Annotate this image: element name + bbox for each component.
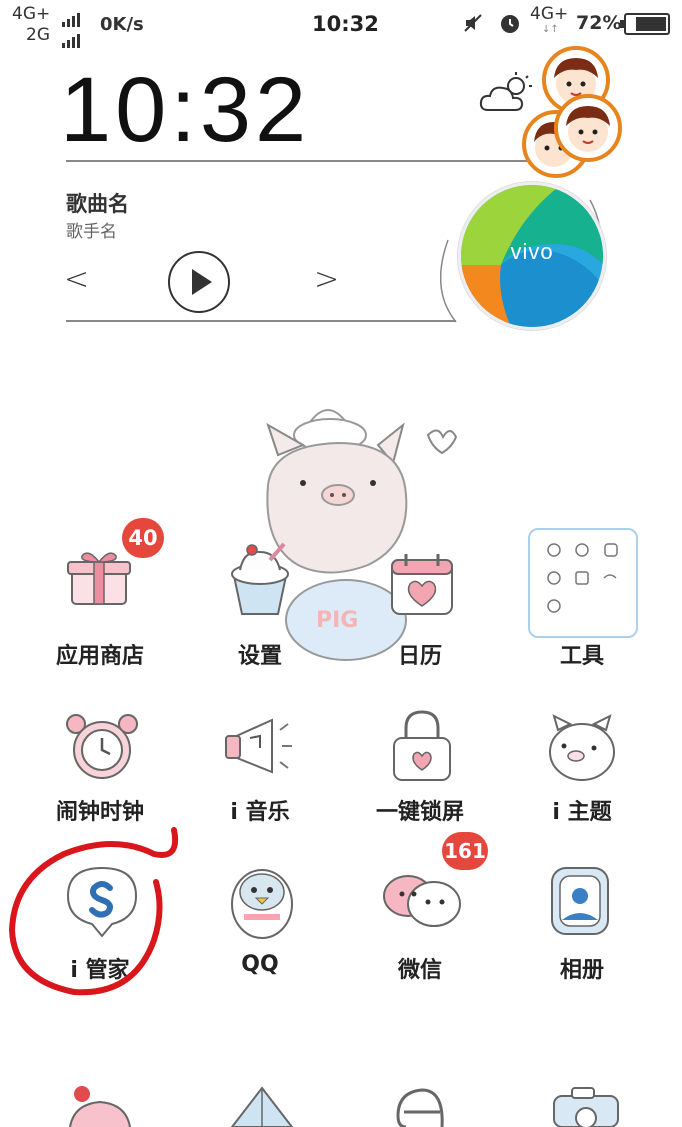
calendar-label: 日历: [397, 644, 442, 669]
chat-bubbles-icon: [383, 875, 461, 927]
padlock-icon: [393, 710, 451, 781]
music-label: i 音乐: [230, 800, 290, 825]
tools-folder-icon: [547, 543, 618, 613]
photo-frame-icon: [551, 867, 609, 935]
battery-icon: [620, 13, 670, 35]
wechat-app[interactable]: [378, 862, 468, 942]
lock-screen-app[interactable]: [382, 706, 462, 786]
pig-cup-text: PIG: [316, 608, 358, 633]
browser-app-icon[interactable]: [382, 1086, 462, 1127]
ice-cream-icon: [231, 542, 289, 615]
megaphone-icon: [225, 718, 292, 774]
music-divider: [66, 320, 456, 322]
calendar-app[interactable]: [382, 550, 462, 620]
alarm-icon: [501, 15, 519, 33]
red-annotation-circle: [8, 827, 178, 996]
wechat-label: 微信: [397, 958, 442, 983]
phone-app-icon[interactable]: [60, 1082, 140, 1127]
penguin-icon: [231, 869, 293, 939]
pig-wallpaper-decoration: PIG: [266, 409, 458, 661]
theme-label: i 主题: [552, 800, 612, 825]
settings-label: 设置: [237, 644, 282, 669]
play-button[interactable]: [168, 251, 230, 313]
settings-app[interactable]: [220, 540, 300, 620]
app-store-label: 应用商店: [55, 644, 144, 669]
clock-widget-time[interactable]: 10:32: [60, 64, 310, 156]
mute-icon: [464, 14, 482, 32]
music-app[interactable]: [222, 710, 302, 786]
battery-percent: 72%: [576, 12, 622, 34]
network-speed: 0K/s: [100, 14, 144, 35]
clock-divider: [66, 160, 536, 162]
theme-app[interactable]: [542, 710, 622, 786]
next-track-button[interactable]: >: [314, 262, 339, 297]
network-type-1: 4G+: [12, 4, 51, 24]
signal-bars-1-icon: [62, 8, 82, 27]
song-title: 歌曲名: [66, 192, 129, 216]
play-icon: [192, 269, 212, 295]
tools-label: 工具: [559, 644, 604, 669]
status-bar: 4G+ 2G 0K/s 10:32 4G+ ↓↑ 72%: [0, 0, 682, 48]
network-type-2: 2G: [26, 25, 50, 45]
alarm-clock-app[interactable]: [62, 710, 142, 786]
alarm-clock-icon: [66, 714, 138, 779]
calendar-heart-icon: [391, 554, 453, 615]
qq-label: QQ: [241, 952, 279, 977]
artist-name: 歌手名: [66, 222, 117, 242]
status-time: 10:32: [312, 12, 379, 36]
previous-track-button[interactable]: <: [64, 262, 89, 297]
avatar-3[interactable]: [552, 92, 626, 164]
gallery-label: 相册: [559, 958, 604, 983]
network-type-3: 4G+: [530, 4, 569, 24]
gallery-app[interactable]: [542, 862, 622, 942]
vivo-text: vivo: [510, 239, 554, 264]
wechat-badge: 161: [442, 832, 488, 870]
pig-face-icon: [549, 714, 615, 781]
signal-bars-2-icon: [62, 29, 82, 48]
tools-folder[interactable]: [528, 528, 638, 638]
qq-app[interactable]: [222, 862, 302, 942]
camera-app-icon[interactable]: [546, 1084, 626, 1127]
kite-app-icon[interactable]: [222, 1086, 302, 1127]
app-store-badge: 40: [122, 518, 164, 558]
vivo-logo[interactable]: vivo: [458, 182, 606, 330]
lock-screen-label: 一键锁屏: [375, 800, 464, 825]
data-arrows-icon: ↓↑: [542, 24, 559, 35]
